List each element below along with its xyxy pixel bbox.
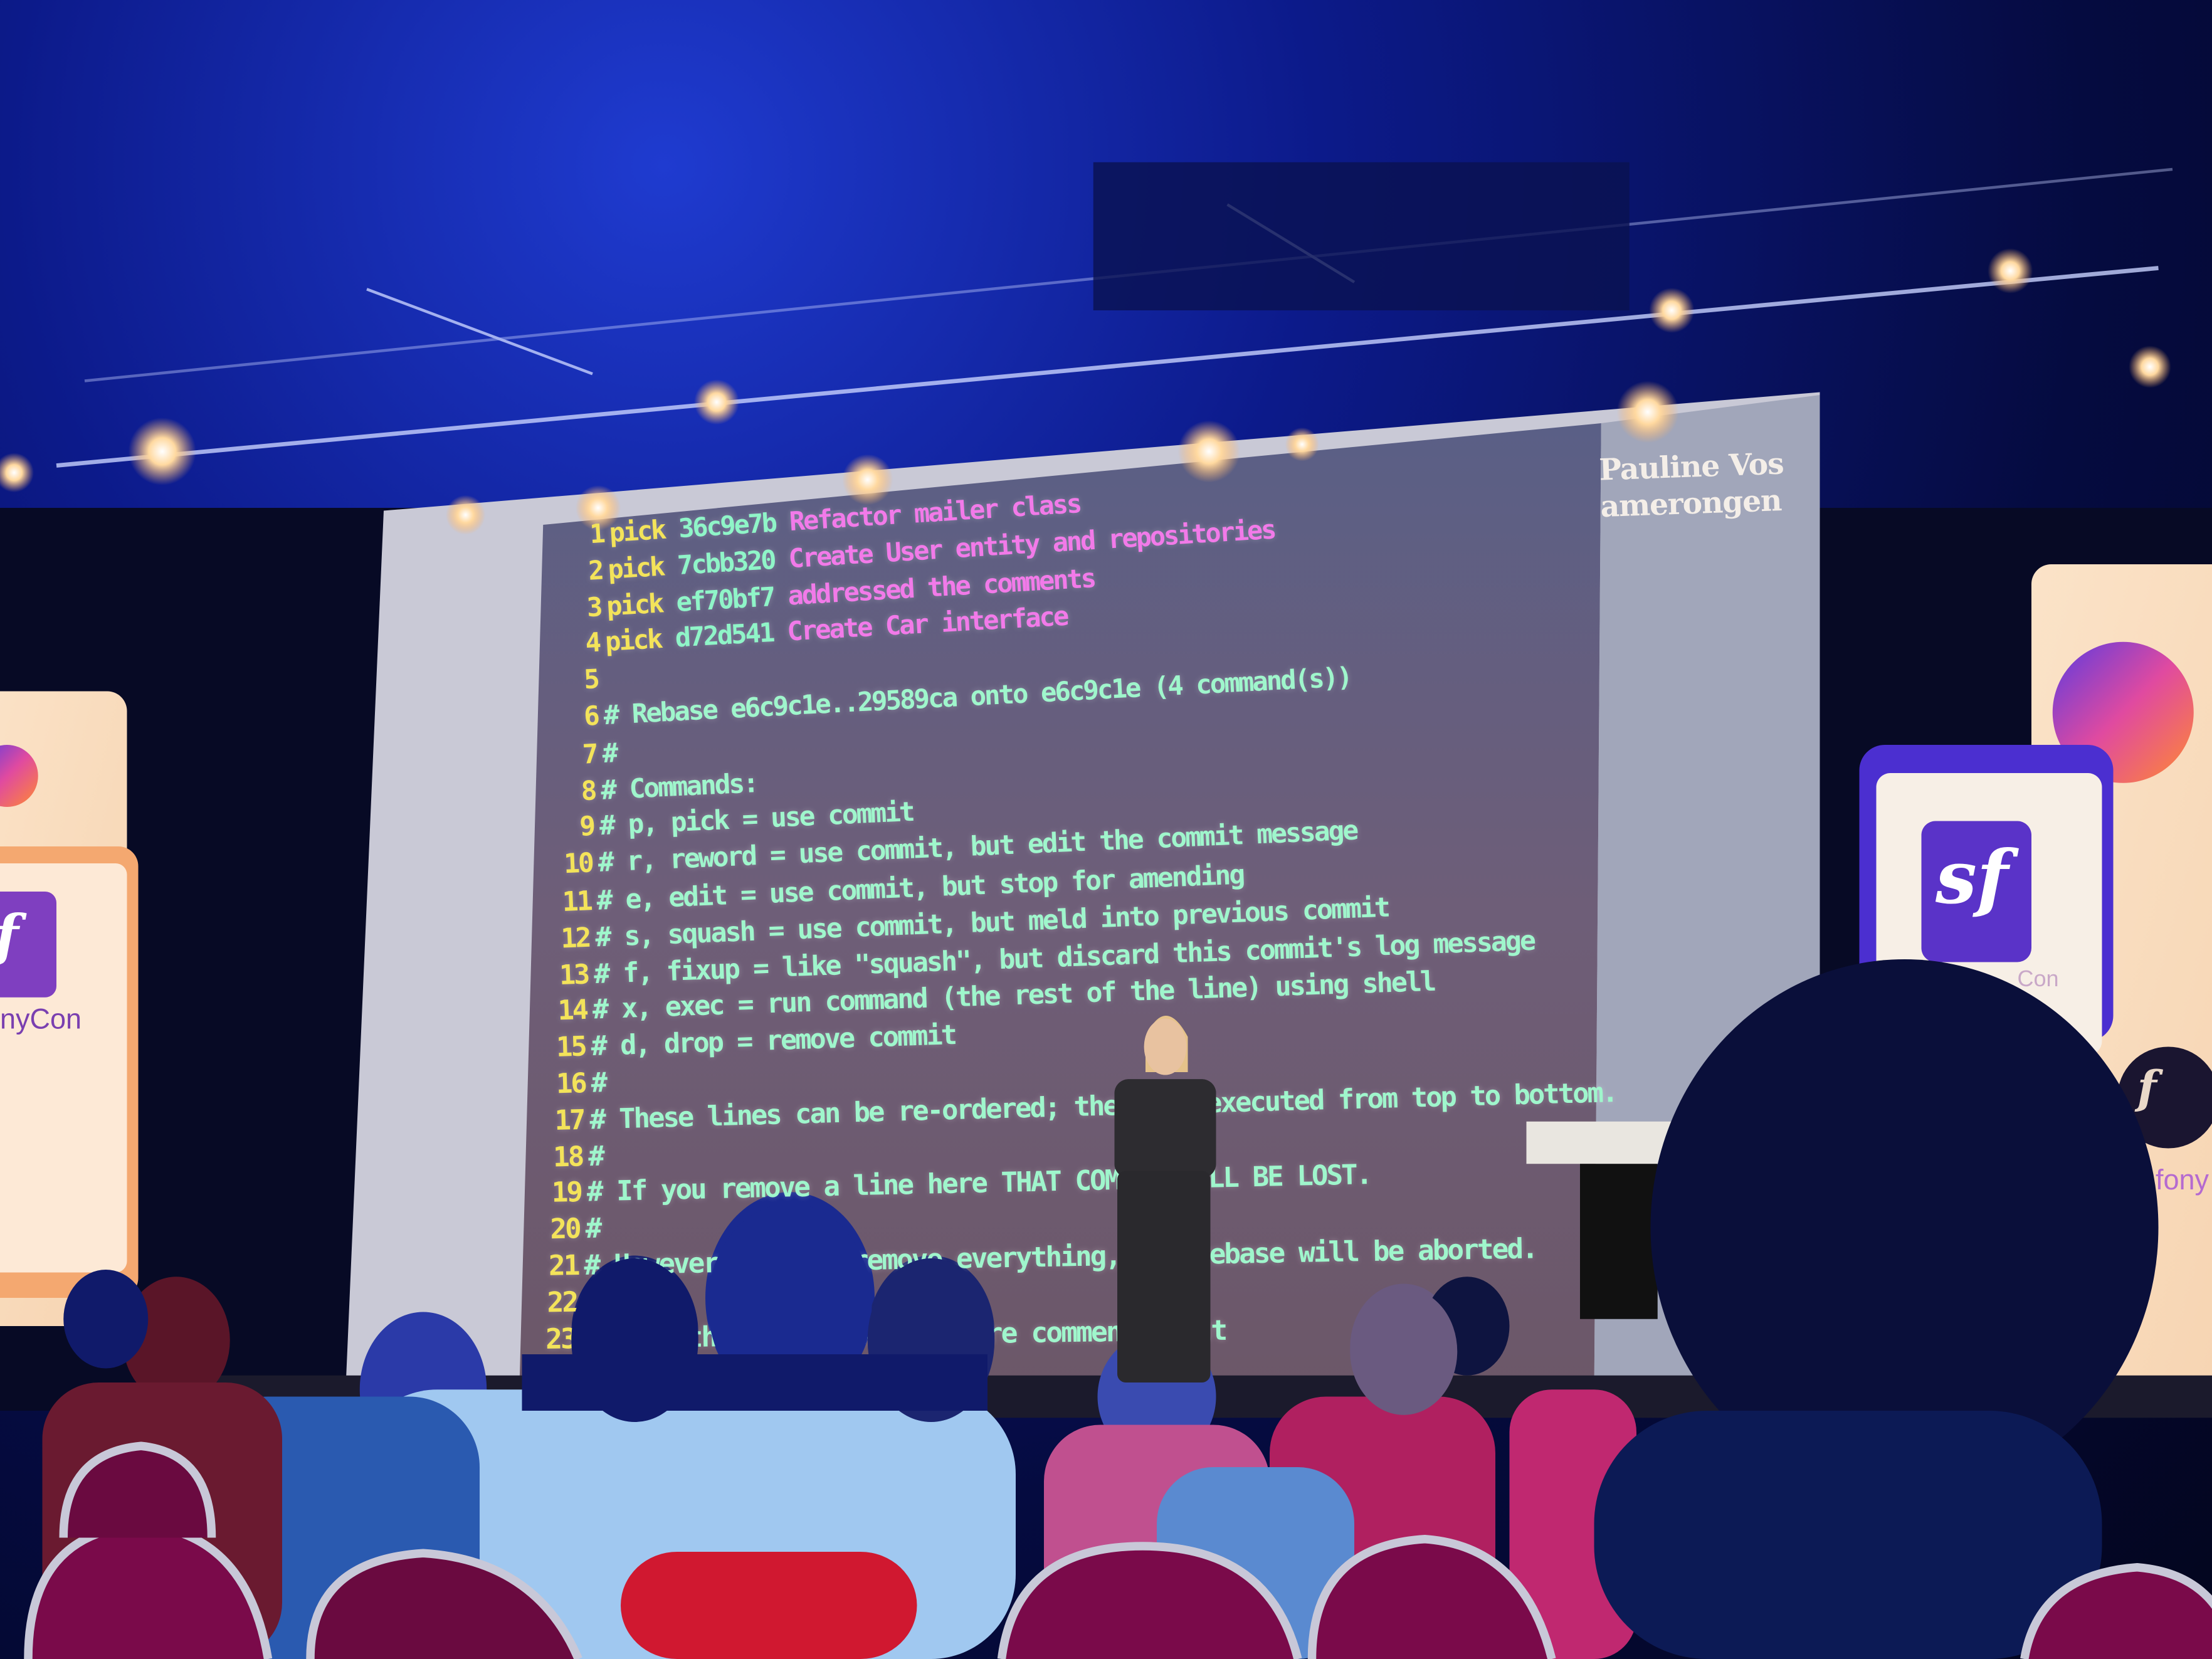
truss-panel <box>1093 162 1630 310</box>
rebase-command: pick <box>604 625 663 659</box>
code-line: 5 <box>561 665 605 697</box>
line-number: 22 <box>547 1285 577 1319</box>
line-number: 11 <box>561 884 592 919</box>
rebase-command: pick <box>608 515 666 549</box>
line-number: 12 <box>560 920 591 955</box>
comment-text: # <box>601 737 617 769</box>
rebase-command: pick <box>607 552 665 586</box>
symfony-logo-icon: f <box>2137 1061 2157 1115</box>
comment-text: # <box>587 1139 603 1172</box>
line-number: 7 <box>581 738 597 771</box>
lectern <box>1526 1121 1682 1164</box>
line-number: 2 <box>587 556 604 587</box>
line-number: 15 <box>556 1030 587 1064</box>
commit-hash: 36c9e7b <box>677 508 777 545</box>
code-line: 20 # <box>542 1212 601 1246</box>
line-number: 16 <box>555 1066 586 1100</box>
line-number: 19 <box>550 1176 582 1209</box>
line-number: 3 <box>586 592 603 623</box>
speaker-name: Pauline Vos amerongen <box>1599 445 1786 525</box>
commit-hash: d72d541 <box>675 619 775 655</box>
code-line: 16 # <box>547 1066 605 1100</box>
line-number: 21 <box>548 1249 579 1283</box>
line-number: 17 <box>554 1103 584 1137</box>
line-number: 14 <box>557 994 588 1028</box>
line-number: 1 <box>589 519 605 550</box>
line-number: 23 <box>545 1322 576 1356</box>
banner-text-left: nyCon <box>0 1004 82 1036</box>
line-number: 6 <box>582 702 599 733</box>
line-number: 10 <box>562 848 593 880</box>
line-number: 20 <box>549 1213 581 1246</box>
code-line: 7 # <box>559 737 617 771</box>
rebase-command: pick <box>606 589 664 622</box>
line-number: 4 <box>585 629 601 660</box>
comment-text: # <box>584 1212 601 1245</box>
banner-text-right: fony <box>2156 1165 2209 1197</box>
banner-text-mid: Con <box>2017 967 2059 992</box>
code-line: 18 # <box>545 1139 603 1173</box>
line-number: 9 <box>578 811 594 843</box>
commit-hash: ef70bf7 <box>675 582 776 618</box>
comment-text: # <box>589 1066 606 1100</box>
conference-photo: Pauline Vos amerongen nyCon fony Con sf … <box>0 0 2212 1659</box>
speaker-name-line: amerongen <box>1599 482 1783 524</box>
line-number: 18 <box>552 1139 583 1173</box>
comment-text: # <box>582 1285 598 1319</box>
commit-hash: 7cbb320 <box>677 545 776 581</box>
code-line: 22 # <box>540 1285 598 1319</box>
symfony-logo-icon: sf <box>1936 835 2009 922</box>
line-number: 5 <box>584 665 600 696</box>
line-number: 13 <box>559 957 589 991</box>
speaker-name-line: Pauline Vos <box>1598 445 1784 487</box>
symfony-logo-icon: f <box>0 903 19 969</box>
line-number: 8 <box>579 775 596 807</box>
